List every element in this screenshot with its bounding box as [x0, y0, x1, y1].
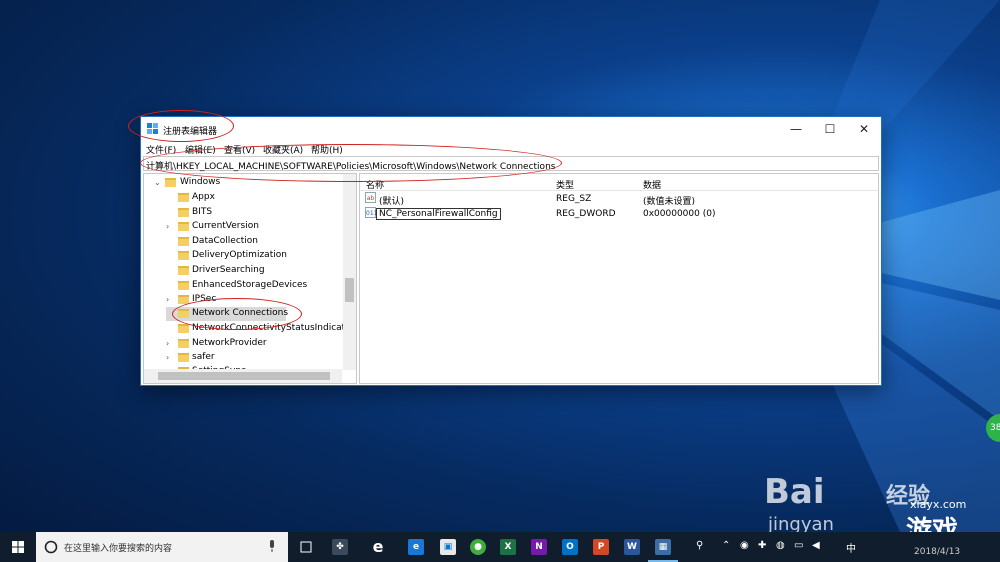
dword-value-icon: 011 — [365, 207, 377, 218]
start-button[interactable] — [0, 532, 36, 562]
folder-icon — [178, 237, 189, 246]
minimize-button[interactable]: — — [779, 117, 813, 141]
tree-horizontal-scrollbar[interactable] — [144, 369, 342, 383]
values-list-pane[interactable]: 名称 类型 数据 ab (默认) REG_SZ (数值未设置) 011 NC_P… — [359, 173, 879, 384]
scrollbar-thumb[interactable] — [158, 372, 330, 380]
folder-icon — [178, 208, 189, 217]
tree-node-label: BITS — [192, 207, 213, 217]
folder-icon — [165, 178, 176, 187]
tree-node-label: Network Connections — [192, 308, 289, 318]
tree-node-label: DeliveryOptimization — [192, 250, 287, 260]
string-value-icon: ab — [365, 192, 376, 203]
value-data: 0x00000000 (0) — [643, 209, 716, 219]
badge-count: 38 — [990, 423, 1000, 433]
tree-node-label: DataCollection — [192, 236, 259, 246]
people-icon[interactable]: ⚲ — [696, 540, 703, 551]
excel-icon[interactable]: X — [500, 539, 516, 555]
folder-icon — [178, 193, 189, 202]
edge-icon[interactable]: e — [408, 539, 424, 555]
powerpoint-icon[interactable]: P — [593, 539, 609, 555]
clock-date[interactable]: 2018/4/13 — [914, 547, 960, 557]
expand-chevron-icon[interactable]: › — [166, 222, 169, 231]
tree-node-label: NetworkProvider — [192, 338, 267, 348]
list-header: 名称 类型 数据 — [360, 174, 878, 191]
onenote-icon[interactable]: N — [531, 539, 547, 555]
browser-360-icon[interactable]: ● — [470, 539, 486, 555]
tree-node-label: safer — [192, 352, 215, 362]
address-path[interactable]: 计算机\HKEY_LOCAL_MACHINE\SOFTWARE\Policies… — [146, 159, 555, 172]
tree-node-label: DriverSearching — [192, 265, 265, 275]
regedit-taskbar-icon[interactable]: ▦ — [655, 539, 671, 555]
tree-node-label: NetworkConnectivityStatusIndicator — [192, 323, 355, 333]
fan-app-icon[interactable]: ✤ — [332, 539, 348, 555]
menu-view[interactable]: 查看(V) — [224, 143, 255, 156]
ime-indicator[interactable]: 中 — [846, 540, 856, 555]
watermark-site: xlayx.com — [910, 498, 967, 511]
expand-chevron-icon[interactable]: › — [166, 295, 169, 304]
tree-node-label: IPSec — [192, 294, 217, 304]
menu-file[interactable]: 文件(F) — [146, 143, 176, 156]
task-view-icon — [300, 541, 312, 553]
word-icon[interactable]: W — [624, 539, 640, 555]
rename-edit-field[interactable]: NC_PersonalFirewallConfig — [376, 208, 501, 220]
regedit-app-icon — [147, 123, 158, 134]
window-title: 注册表编辑器 — [163, 127, 218, 137]
microphone-icon[interactable] — [268, 540, 276, 553]
title-bar[interactable]: 注册表编辑器 — ☐ ✕ — [141, 117, 881, 141]
tree-node-network-connections[interactable]: Network Connections — [166, 307, 289, 321]
column-type[interactable]: 类型 — [556, 178, 574, 191]
column-name[interactable]: 名称 — [366, 178, 384, 191]
table-row[interactable]: ab (默认) REG_SZ (数值未设置) — [360, 191, 878, 207]
tree-node-label: Windows — [180, 177, 221, 187]
volume-icon[interactable]: ◀ — [812, 540, 820, 551]
collapse-chevron-icon[interactable]: ⌄ — [154, 178, 161, 187]
value-type: REG_SZ — [556, 194, 592, 204]
maximize-button[interactable]: ☐ — [813, 117, 847, 141]
expand-chevron-icon[interactable]: › — [166, 353, 169, 362]
floating-badge[interactable]: 38 — [986, 414, 1000, 442]
value-type: REG_DWORD — [556, 209, 616, 219]
folder-icon — [178, 266, 189, 275]
folder-icon — [178, 324, 189, 333]
scrollbar-thumb[interactable] — [345, 278, 354, 302]
address-bar[interactable]: 计算机\HKEY_LOCAL_MACHINE\SOFTWARE\Policies… — [143, 156, 879, 172]
folder-icon — [178, 251, 189, 260]
tray-app-icon-2[interactable]: ✚ — [758, 540, 766, 551]
folder-icon — [178, 353, 189, 362]
menu-help[interactable]: 帮助(H) — [311, 143, 343, 156]
outlook-icon[interactable]: O — [562, 539, 578, 555]
table-row[interactable]: 011 NC_PersonalFirewallConfig REG_DWORD … — [360, 206, 878, 221]
tray-app-icon[interactable]: ◉ — [740, 540, 749, 551]
tree-node-label: CurrentVersion — [192, 221, 259, 231]
folder-icon — [178, 295, 189, 304]
ie-icon[interactable]: e — [370, 539, 386, 555]
windows-logo-icon — [12, 541, 24, 553]
cortana-circle-icon — [44, 540, 58, 554]
tree-node-label: EnhancedStorageDevices — [192, 280, 308, 290]
folder-icon — [178, 339, 189, 348]
expand-chevron-icon[interactable]: › — [166, 339, 169, 348]
tree-node-label: Appx — [192, 192, 215, 202]
close-button[interactable]: ✕ — [847, 117, 881, 141]
network-icon[interactable]: ▭ — [794, 540, 803, 551]
tree-vertical-scrollbar[interactable] — [343, 174, 356, 370]
registry-editor-window: 注册表编辑器 — ☐ ✕ 文件(F) 编辑(E) 查看(V) 收藏夹(A) 帮助… — [140, 116, 882, 386]
store-icon[interactable]: ▣ — [440, 539, 456, 555]
menu-bar: 文件(F) 编辑(E) 查看(V) 收藏夹(A) 帮助(H) — [141, 141, 881, 156]
folder-icon — [178, 222, 189, 231]
column-data[interactable]: 数据 — [643, 178, 661, 191]
tray-app-icon-3[interactable]: ◍ — [776, 540, 785, 551]
menu-edit[interactable]: 编辑(E) — [185, 143, 216, 156]
folder-icon — [178, 281, 189, 290]
key-tree-pane[interactable]: ⌄ Windows Appx BITS › CurrentVersion DataC… — [143, 173, 357, 384]
menu-favorites[interactable]: 收藏夹(A) — [263, 143, 303, 156]
taskbar: 在这里输入你要搜索的内容 ✤ e e ▣ ● X N O P W ▦ ⚲ ⌃ ◉… — [0, 532, 1000, 562]
search-placeholder: 在这里输入你要搜索的内容 — [64, 544, 173, 554]
task-view-button[interactable] — [292, 532, 320, 562]
show-hidden-icons-chevron-icon[interactable]: ⌃ — [722, 540, 730, 551]
taskbar-search-box[interactable]: 在这里输入你要搜索的内容 — [36, 532, 288, 562]
folder-icon — [178, 309, 189, 318]
watermark-baidu: Bai — [764, 472, 825, 512]
